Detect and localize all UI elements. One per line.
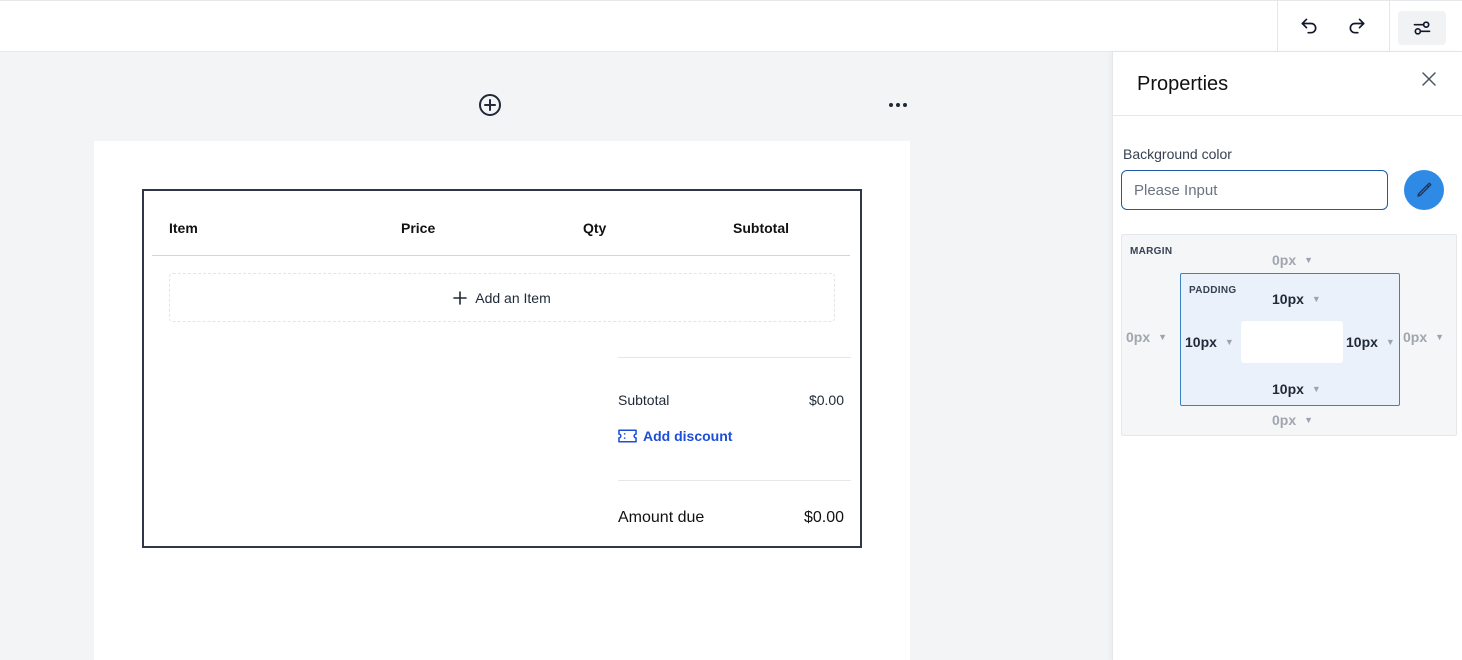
background-color-input[interactable] [1121,170,1388,210]
chevron-down-icon: ▼ [1435,332,1445,342]
margin-left-value: 0px [1126,329,1151,345]
settings-toggle-button[interactable] [1398,11,1446,45]
panel-divider [1113,115,1462,116]
undo-button[interactable] [1294,11,1324,41]
plus-icon [453,290,468,305]
add-discount-label: Add discount [643,428,733,444]
document-page: Item Price Qty Subtotal Add an Item Subt… [94,141,910,660]
column-header-price: Price [401,220,436,236]
amount-due-label: Amount due [618,509,705,526]
invoice-items-block[interactable]: Item Price Qty Subtotal Add an Item Subt… [142,189,862,548]
chevron-down-icon: ▼ [1311,384,1321,394]
padding-left-value: 10px [1185,334,1217,350]
padding-right-value: 10px [1346,334,1378,350]
margin-right-select[interactable]: 0px ▼ [1403,329,1444,345]
header-divider [152,255,850,256]
margin-top-value: 0px [1272,252,1297,268]
amount-due-value: $0.00 [803,509,844,526]
panel-title: Properties [1137,73,1229,95]
padding-right-select[interactable]: 10px ▼ [1346,334,1395,350]
eyedropper-icon [1417,182,1432,197]
padding-top-select[interactable]: 10px ▼ [1272,291,1321,307]
close-panel-button[interactable] [1419,69,1439,89]
margin-right-value: 0px [1403,329,1428,345]
padding-bottom-value: 10px [1272,381,1304,397]
color-picker-button[interactable] [1404,170,1444,210]
redo-button[interactable] [1342,11,1372,41]
margin-bottom-value: 0px [1272,412,1297,428]
plus-circle-icon [479,94,501,116]
add-item-button[interactable]: Add an Item [169,273,835,322]
box-model-editor: MARGIN 0px ▼ 0px ▼ 0px ▼ 0px ▼ PADDING 10px ▼… [1121,234,1457,436]
padding-box: PADDING 10px ▼ 10px ▼ 10px ▼ 10px ▼ [1180,273,1400,406]
subtotal-label: Subtotal [618,392,670,408]
toolbar-divider [1389,1,1390,52]
margin-bottom-select[interactable]: 0px ▼ [1272,412,1313,428]
padding-left-select[interactable]: 10px ▼ [1185,334,1234,350]
chevron-down-icon: ▼ [1224,337,1234,347]
properties-panel: Properties Background color MARGIN 0px ▼ … [1112,52,1462,660]
sliders-icon [1413,21,1431,35]
padding-bottom-select[interactable]: 10px ▼ [1272,381,1321,397]
background-color-label: Background color [1123,146,1232,162]
subtotal-value: $0.00 [808,392,844,408]
add-block-button[interactable] [478,93,502,117]
editor-canvas: Item Price Qty Subtotal Add an Item Subt… [0,52,1112,660]
close-icon [1422,72,1436,86]
padding-top-value: 10px [1272,291,1304,307]
margin-label: MARGIN [1130,246,1173,257]
ticket-icon [618,429,637,443]
margin-left-select[interactable]: 0px ▼ [1126,329,1167,345]
summary-divider [618,480,851,481]
chevron-down-icon: ▼ [1158,332,1168,342]
margin-top-select[interactable]: 0px ▼ [1272,252,1313,268]
top-toolbar [0,0,1462,52]
chevron-down-icon: ▼ [1311,294,1321,304]
redo-icon [1349,18,1365,34]
add-discount-link[interactable]: Add discount [618,428,732,444]
more-horizontal-icon [889,103,893,107]
summary-divider [618,357,851,358]
chevron-down-icon: ▼ [1304,255,1314,265]
column-header-qty: Qty [583,220,607,236]
column-header-subtotal: Subtotal [733,220,789,236]
toolbar-divider [1277,1,1278,52]
undo-icon [1301,18,1317,34]
padding-label: PADDING [1189,285,1237,296]
column-header-item: Item [169,220,198,236]
chevron-down-icon: ▼ [1304,415,1314,425]
chevron-down-icon: ▼ [1385,337,1395,347]
content-box [1241,321,1343,363]
more-options-button[interactable] [884,95,912,115]
add-item-label: Add an Item [475,289,551,306]
